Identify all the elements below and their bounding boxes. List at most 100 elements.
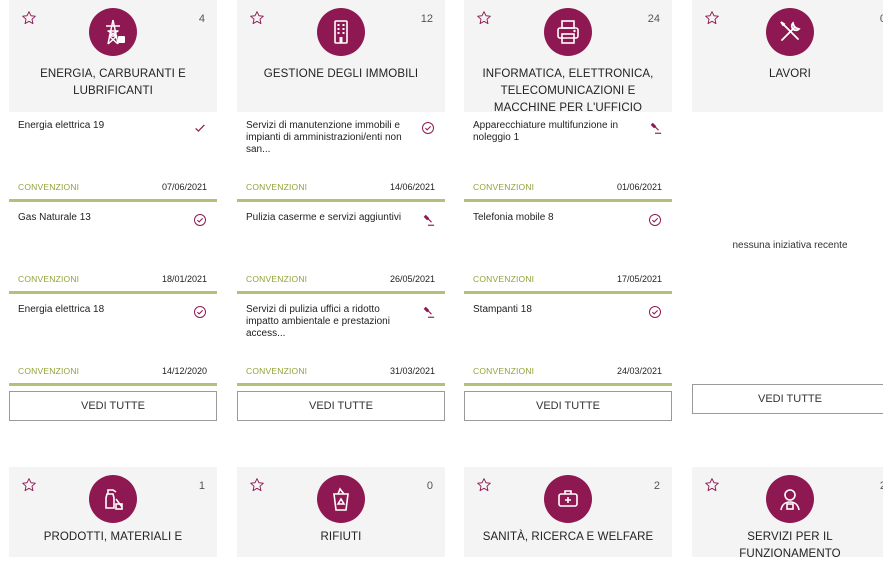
initiative-item[interactable]: Servizi di manutenzione immobili e impia… — [237, 112, 445, 202]
view-all-button[interactable]: VEDI TUTTE — [9, 391, 217, 421]
star-icon[interactable] — [704, 10, 720, 26]
initiative-item[interactable]: Energia elettrica 18 CONVENZIONI 14/12/2… — [9, 296, 217, 386]
view-all-button[interactable]: VEDI TUTTE — [464, 391, 672, 421]
check-icon — [195, 124, 205, 132]
recycle-bin-icon — [317, 475, 365, 523]
gavel-icon — [423, 306, 435, 318]
category-title: LAVORI — [769, 68, 811, 80]
office-worker-icon — [766, 475, 814, 523]
initiative-date: 24/03/2021 — [616, 366, 662, 376]
power-tower-icon — [89, 8, 137, 56]
check-circle-icon — [422, 122, 434, 134]
initiative-title: Stampanti 18 — [473, 304, 532, 315]
initiative-tag: CONVENZIONI — [473, 182, 535, 192]
cleaning-products-icon — [89, 475, 137, 523]
initiative-count: 1 — [198, 480, 205, 492]
initiative-title: Pulizia caserme e servizi aggiuntivi — [246, 212, 402, 223]
printer-icon — [544, 8, 592, 56]
category-title: INFORMATICA, ELETTRONICA, TELECOMUNICAZI… — [482, 68, 654, 114]
initiative-item[interactable]: Telefonia mobile 8 CONVENZIONI 17/05/202… — [464, 204, 672, 294]
star-icon[interactable] — [21, 477, 37, 493]
initiative-tag: CONVENZIONI — [18, 366, 80, 376]
check-circle-icon — [194, 214, 206, 226]
category-card-prodotti: 1 PRODOTTI, MATERIALI E — [9, 467, 217, 557]
initiative-title: Gas Naturale 13 — [18, 212, 91, 223]
initiative-tag: CONVENZIONI — [246, 274, 308, 284]
star-icon[interactable] — [249, 10, 265, 26]
initiative-item[interactable]: Servizi di pulizia uffici a ridotto impa… — [237, 296, 445, 386]
initiative-count: 2 — [653, 480, 660, 492]
category-title: SERVIZI PER IL FUNZIONAMENTO — [739, 531, 841, 560]
initiative-title: Servizi di pulizia uffici a ridotto impa… — [246, 304, 390, 339]
check-circle-icon — [194, 306, 206, 318]
category-card-immobili: 12 GESTIONE DEGLI IMMOBILI Servizi di ma… — [237, 0, 445, 421]
category-title: SANITÀ, RICERCA E WELFARE — [482, 531, 654, 543]
initiative-date: 07/06/2021 — [161, 182, 207, 192]
initiative-title: Servizi di manutenzione immobili e impia… — [246, 120, 402, 155]
initiative-title: Energia elettrica 19 — [18, 120, 105, 131]
category-header[interactable]: 2 SERVIZI PER IL FUNZIONAMENTO — [692, 467, 883, 560]
initiative-tag: CONVENZIONI — [18, 182, 80, 192]
initiative-item[interactable]: Pulizia caserme e servizi aggiuntivi CON… — [237, 204, 445, 294]
empty-message: nessuna iniziativa recente — [732, 240, 848, 251]
initiative-date: 01/06/2021 — [616, 182, 662, 192]
initiative-tag: CONVENZIONI — [473, 274, 535, 284]
view-all-button[interactable]: VEDI TUTTE — [692, 384, 883, 414]
category-card-servizi: 2 SERVIZI PER IL FUNZIONAMENTO — [692, 467, 883, 560]
initiative-tag: CONVENZIONI — [18, 274, 80, 284]
category-title: RIFIUTI — [320, 531, 362, 543]
initiative-title: Energia elettrica 18 — [18, 304, 105, 315]
check-circle-icon — [649, 306, 661, 318]
category-card-rifiuti: 0 RIFIUTI — [237, 467, 445, 557]
initiative-list: Energia elettrica 19 CONVENZIONI 07/06/2… — [9, 112, 217, 386]
initiative-item[interactable]: Apparecchiature multifunzione in noleggi… — [464, 112, 672, 202]
initiative-count: 24 — [647, 13, 660, 25]
initiative-tag: CONVENZIONI — [246, 182, 308, 192]
star-icon[interactable] — [476, 477, 492, 493]
category-header[interactable]: 1 PRODOTTI, MATERIALI E — [9, 467, 217, 557]
initiative-item[interactable]: Energia elettrica 19 CONVENZIONI 07/06/2… — [9, 112, 217, 202]
initiative-list: Servizi di manutenzione immobili e impia… — [237, 112, 445, 386]
category-header[interactable]: 24 INFORMATICA, ELETTRONICA, TELECOMUNIC… — [464, 0, 672, 114]
gavel-icon — [423, 214, 435, 226]
initiative-title: Telefonia mobile 8 — [473, 212, 554, 223]
initiative-date: 18/01/2021 — [161, 274, 207, 284]
initiative-tag: CONVENZIONI — [473, 366, 535, 376]
category-header[interactable]: 4 ENERGIA, CARBURANTI E LUBRIFICANTI — [9, 0, 217, 112]
category-title: PRODOTTI, MATERIALI E — [43, 531, 183, 543]
initiative-list: Apparecchiature multifunzione in noleggi… — [464, 112, 672, 386]
initiative-date: 17/05/2021 — [616, 274, 662, 284]
building-icon — [317, 8, 365, 56]
view-all-button[interactable]: VEDI TUTTE — [237, 391, 445, 421]
category-card-lavori: 0 LAVORI nessuna iniziativa recente VEDI… — [692, 0, 883, 414]
initiative-item[interactable]: Stampanti 18 CONVENZIONI 24/03/2021 — [464, 296, 672, 386]
category-header[interactable]: 0 LAVORI — [692, 0, 883, 112]
initiative-date: 31/03/2021 — [389, 366, 435, 376]
category-card-energia: 4 ENERGIA, CARBURANTI E LUBRIFICANTI Ene… — [9, 0, 217, 421]
initiative-title: Apparecchiature multifunzione in noleggi… — [473, 120, 619, 143]
star-icon[interactable] — [249, 477, 265, 493]
category-title: ENERGIA, CARBURANTI E LUBRIFICANTI — [40, 68, 186, 97]
tools-icon — [766, 8, 814, 56]
star-icon[interactable] — [704, 477, 720, 493]
star-icon[interactable] — [476, 10, 492, 26]
initiative-tag: CONVENZIONI — [246, 366, 308, 376]
category-header[interactable]: 0 RIFIUTI — [237, 467, 445, 557]
initiative-item[interactable]: Gas Naturale 13 CONVENZIONI 18/01/2021 — [9, 204, 217, 294]
initiative-date: 26/05/2021 — [389, 274, 435, 284]
initiative-count: 0 — [426, 480, 433, 492]
gavel-icon — [650, 122, 662, 134]
category-header[interactable]: 12 GESTIONE DEGLI IMMOBILI — [237, 0, 445, 112]
category-grid: 4 ENERGIA, CARBURANTI E LUBRIFICANTI Ene… — [0, 0, 883, 560]
initiative-count: 4 — [198, 13, 205, 25]
category-card-sanita: 2 SANITÀ, RICERCA E WELFARE — [464, 467, 672, 557]
star-icon[interactable] — [21, 10, 37, 26]
initiative-date: 14/12/2020 — [161, 366, 207, 376]
initiative-date: 14/06/2021 — [389, 182, 435, 192]
category-title: GESTIONE DEGLI IMMOBILI — [263, 68, 419, 80]
check-circle-icon — [649, 214, 661, 226]
initiative-count: 12 — [420, 13, 433, 25]
category-card-informatica: 24 INFORMATICA, ELETTRONICA, TELECOMUNIC… — [464, 0, 672, 421]
category-header[interactable]: 2 SANITÀ, RICERCA E WELFARE — [464, 467, 672, 557]
medical-kit-icon — [544, 475, 592, 523]
